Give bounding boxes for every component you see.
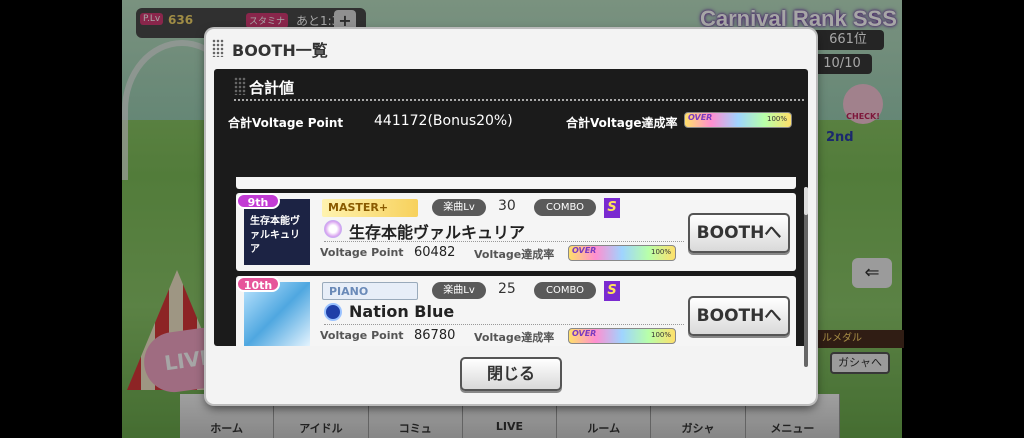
total-vp-value: 441172(Bonus20%)	[374, 113, 513, 129]
song-type-icon	[324, 220, 342, 238]
divider	[324, 241, 684, 242]
combo-label: COMBO	[534, 199, 596, 216]
over-label: OVER	[572, 329, 597, 338]
booth-list-dialog: BOOTH一覧 合計値 合計Voltage Point 441172(Bonus…	[206, 29, 816, 404]
scrollbar[interactable]	[804, 187, 808, 367]
rank-badge: 10th	[236, 276, 280, 292]
over-label: OVER	[572, 246, 597, 255]
vp-value: 86780	[414, 328, 456, 343]
difficulty-label: MASTER+	[322, 199, 418, 217]
rate-label: Voltage達成率	[474, 331, 555, 344]
list-item	[236, 177, 796, 189]
rate-label: Voltage達成率	[474, 248, 555, 261]
total-voltage-gauge: OVER 100%	[684, 112, 792, 128]
level-value: 25	[498, 281, 516, 297]
grip-icon	[212, 39, 224, 57]
voltage-gauge: OVER 100%	[568, 328, 676, 344]
song-type-icon	[324, 303, 342, 321]
dialog-content: 合計値 合計Voltage Point 441172(Bonus20%) 合計V…	[214, 69, 808, 367]
vp-label: Voltage Point	[320, 329, 404, 342]
song-title: 生存本能ヴァルキュリア	[349, 223, 526, 242]
close-button[interactable]: 閉じる	[460, 357, 562, 391]
level-label: 楽曲Lv	[432, 199, 486, 216]
booth-row-10th: 10th PIANO 楽曲Lv 25 COMBO S Nation Blue V…	[236, 276, 796, 346]
divider	[324, 324, 684, 325]
combo-rank-badge: S	[604, 281, 620, 301]
vp-value: 60482	[414, 245, 456, 260]
voltage-gauge: OVER 100%	[568, 245, 676, 261]
booth-button[interactable]: BOOTHへ	[688, 213, 790, 253]
total-rate-label: 合計Voltage達成率	[566, 116, 678, 130]
gauge-percent: 100%	[766, 115, 787, 123]
dialog-title: BOOTH一覧	[232, 41, 328, 60]
gauge-percent: 100%	[650, 248, 671, 256]
divider	[234, 99, 804, 101]
difficulty-label: PIANO	[322, 282, 418, 300]
gauge-percent: 100%	[650, 331, 671, 339]
total-vp-label: 合計Voltage Point	[228, 116, 344, 130]
rank-badge: 9th	[236, 193, 280, 209]
booth-button[interactable]: BOOTHへ	[688, 296, 790, 336]
booth-list[interactable]: 生存本能ヴァルキュリア 9th MASTER+ 楽曲Lv 30 COMBO S …	[236, 177, 801, 346]
over-label: OVER	[688, 113, 713, 122]
song-title: Nation Blue	[349, 302, 455, 321]
grip-icon	[234, 77, 246, 95]
scrollbar-thumb[interactable]	[804, 187, 808, 215]
combo-rank-badge: S	[604, 198, 620, 218]
combo-label: COMBO	[534, 282, 596, 299]
vp-label: Voltage Point	[320, 246, 404, 259]
booth-row-9th: 生存本能ヴァルキュリア 9th MASTER+ 楽曲Lv 30 COMBO S …	[236, 193, 796, 271]
summary-heading: 合計値	[249, 79, 295, 97]
level-value: 30	[498, 198, 516, 214]
level-label: 楽曲Lv	[432, 282, 486, 299]
